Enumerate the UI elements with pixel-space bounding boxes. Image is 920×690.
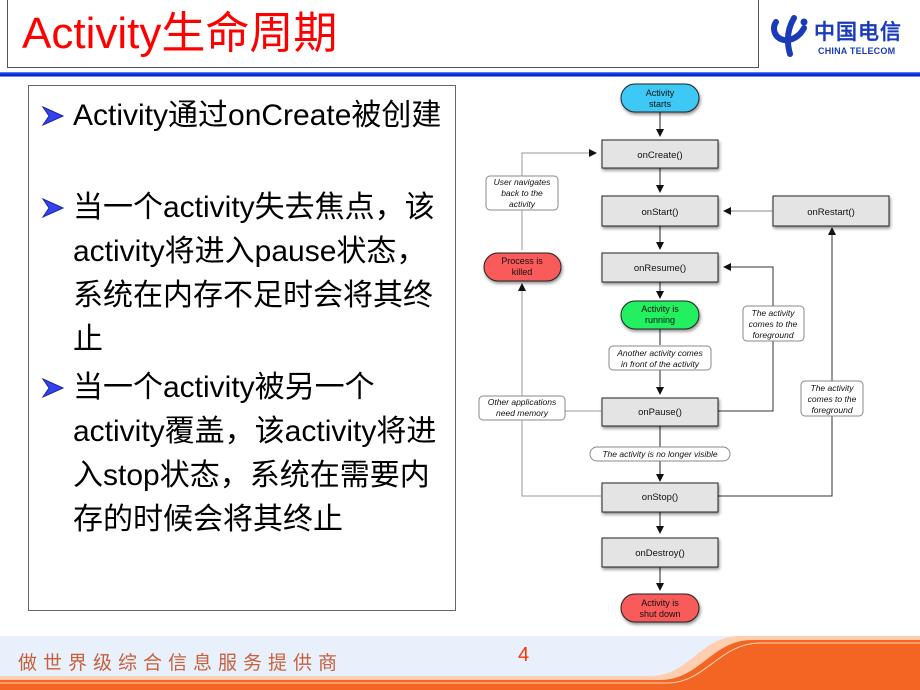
svg-text:The activity: The activity	[811, 383, 855, 393]
bullet-item: 当一个activity被另一个activity覆盖，该activity将进入st…	[41, 366, 451, 542]
svg-text:Another activity comes: Another activity comes	[616, 348, 703, 358]
arrow-bullet-icon	[41, 377, 65, 399]
node-activity-starts: Activity starts	[620, 83, 700, 113]
svg-text:back to the: back to the	[501, 188, 543, 198]
node-label: killed	[512, 267, 533, 277]
svg-text:in front of the activity: in front of the activity	[621, 359, 700, 369]
node-label: onRestart()	[807, 207, 855, 218]
slide-title: Activity生命周期	[22, 9, 338, 58]
svg-text:The activity is no longer visi: The activity is no longer visible	[602, 449, 718, 459]
edge-onstop-onrestart	[718, 227, 836, 497]
label-comes-to-foreground-1: The activity comes to the foreground	[742, 305, 805, 342]
svg-text:comes to the: comes to the	[749, 319, 798, 329]
bullet-text: 当一个activity失去焦点，该activity将进入pause状态，系统在内…	[73, 191, 435, 356]
node-onresume: onResume()	[601, 252, 719, 283]
node-label: Process is	[501, 256, 543, 266]
edge-onstop-killed	[518, 283, 601, 497]
node-activity-shut-down: Activity is shut down	[620, 593, 700, 623]
arrow-bullet-icon	[41, 105, 65, 127]
bullet-item: Activity通过onCreate被创建	[41, 94, 451, 138]
node-label: Activity is	[641, 598, 679, 608]
node-onpause: onPause()	[601, 397, 719, 427]
logo-name-en: CHINA TELECOM	[818, 46, 896, 56]
svg-text:foreground: foreground	[811, 405, 852, 415]
title-box: Activity生命周期	[7, 0, 759, 68]
label-no-longer-visible: The activity is no longer visible	[589, 446, 731, 462]
svg-text:comes to the: comes to the	[808, 394, 857, 404]
node-ondestroy: onDestroy()	[601, 537, 719, 568]
label-another-activity-in-front: Another activity comes in front of the a…	[608, 345, 712, 371]
footer-banner: 做世界级综合信息服务提供商 4	[0, 636, 920, 690]
node-label: onCreate()	[637, 150, 682, 161]
bullet-item: 当一个activity失去焦点，该activity将进入pause状态，系统在内…	[41, 186, 451, 362]
node-label: Activity	[646, 88, 675, 98]
node-label: onStop()	[642, 492, 678, 503]
node-onstart: onStart()	[601, 195, 719, 227]
svg-text:User navigates: User navigates	[494, 177, 551, 187]
svg-text:activity: activity	[509, 199, 536, 209]
label-comes-to-foreground-2: The activity comes to the foreground	[800, 380, 864, 417]
china-telecom-logo-icon	[771, 15, 808, 57]
node-oncreate: onCreate()	[601, 139, 719, 169]
china-telecom-logo: 中国电信 CHINA TELECOM	[770, 8, 910, 68]
footer-slogan: 做世界级综合信息服务提供商	[18, 652, 344, 674]
label-other-apps-need-memory: Other applications need memory	[478, 395, 566, 421]
node-process-killed: Process is killed	[483, 252, 562, 282]
svg-text:need memory: need memory	[496, 408, 549, 418]
node-onstop: onStop()	[601, 482, 719, 513]
svg-text:Other applications: Other applications	[488, 397, 557, 407]
label-user-navigates-back: User navigates back to the activity	[485, 175, 559, 211]
node-label: running	[645, 315, 675, 325]
node-label: onDestroy()	[635, 548, 685, 559]
node-label: onPause()	[638, 407, 682, 418]
node-label: starts	[649, 99, 672, 109]
svg-text:foreground: foreground	[752, 330, 793, 340]
node-activity-running: Activity is running	[620, 300, 700, 330]
node-label: shut down	[639, 609, 680, 619]
bullet-text-box: Activity通过onCreate被创建 当一个activity失去焦点，该a…	[28, 85, 456, 611]
svg-text:The activity: The activity	[752, 308, 796, 318]
bullet-text: 当一个activity被另一个activity覆盖，该activity将进入st…	[73, 371, 437, 536]
header-divider	[0, 72, 920, 77]
activity-lifecycle-diagram: Activity starts onCreate() onStart() onR…	[478, 83, 890, 623]
logo-name-cn: 中国电信	[814, 20, 902, 44]
bullet-text: Activity通过onCreate被创建	[73, 99, 442, 132]
node-label: Activity is	[641, 304, 679, 314]
node-label: onStart()	[642, 207, 679, 218]
node-onrestart: onRestart()	[772, 195, 890, 227]
node-label: onResume()	[634, 263, 686, 274]
arrow-bullet-icon	[41, 197, 65, 219]
page-number: 4	[518, 644, 530, 666]
